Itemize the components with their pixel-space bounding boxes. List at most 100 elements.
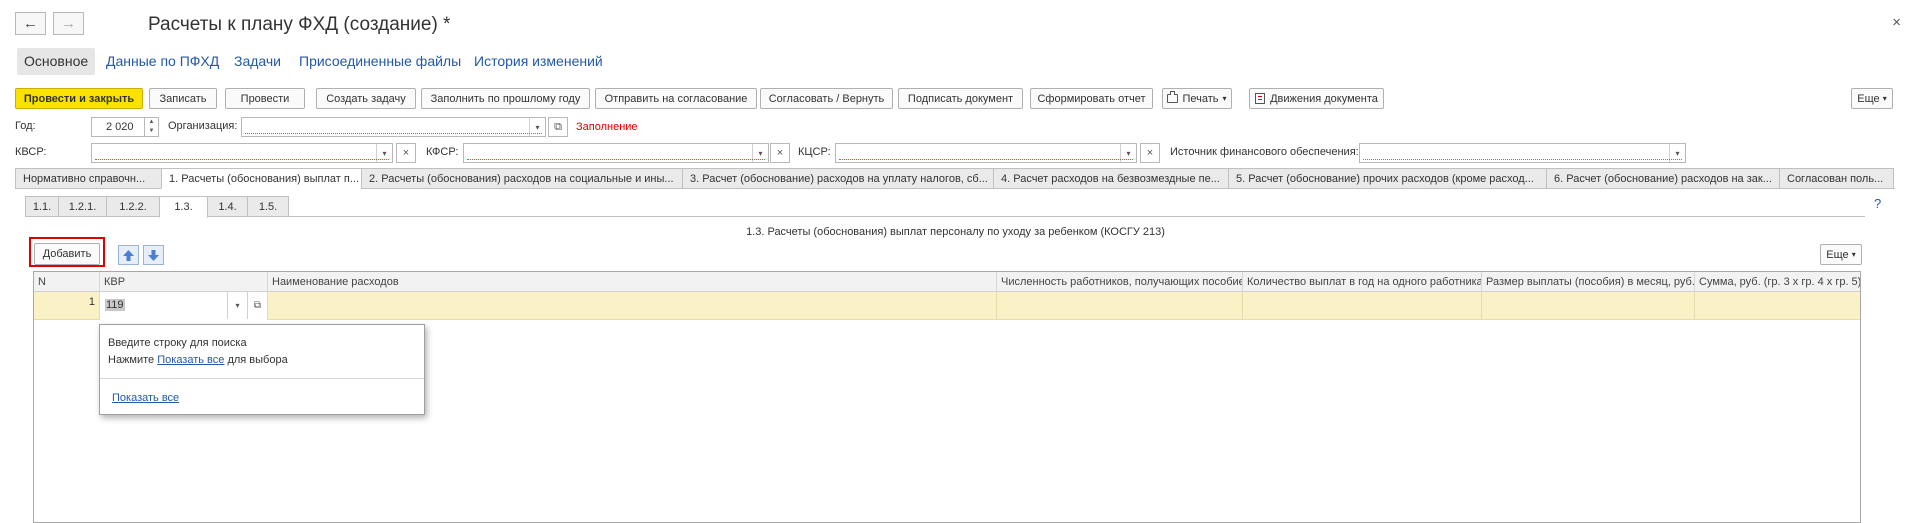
cell-payments-per-year[interactable]: [1243, 292, 1482, 320]
more-button[interactable]: Еще ▾: [1851, 88, 1893, 109]
send-approval-button[interactable]: Отправить на согласование: [595, 88, 757, 109]
tab-tax-calc[interactable]: 3. Расчет (обоснование) расходов на упла…: [682, 168, 994, 189]
kvsr-clear-icon[interactable]: ×: [396, 143, 416, 163]
year-stepper[interactable]: ▲ ▼: [145, 117, 159, 137]
kvr-dropdown-icon[interactable]: ▾: [227, 292, 247, 319]
subtab-1-1[interactable]: 1.1.: [25, 196, 59, 217]
subtab-1-2-2[interactable]: 1.2.2.: [106, 196, 160, 217]
close-icon[interactable]: ×: [1892, 14, 1901, 31]
generate-report-button[interactable]: Сформировать отчет: [1030, 88, 1153, 109]
create-task-button[interactable]: Создать задачу: [316, 88, 416, 109]
cell-employee-count[interactable]: [997, 292, 1243, 320]
year-label: Год:: [15, 120, 36, 132]
cell-sum: [1695, 292, 1860, 320]
popup-divider: [100, 378, 424, 379]
tab-approved-user[interactable]: Согласован поль...: [1779, 168, 1894, 189]
kfsr-dropdown-icon[interactable]: ▾: [752, 144, 768, 162]
print-button[interactable]: Печать ▾: [1162, 88, 1232, 109]
kfsr-clear-icon[interactable]: ×: [770, 143, 790, 163]
post-and-close-button[interactable]: Провести и закрыть: [15, 88, 143, 109]
sign-document-button[interactable]: Подписать документ: [898, 88, 1023, 109]
document-movements-button[interactable]: Движения документа: [1249, 88, 1384, 109]
col-payment-amount[interactable]: Размер выплаты (пособия) в месяц, руб.: [1482, 272, 1695, 292]
col-employee-count[interactable]: Численность работников, получающих пособ…: [997, 272, 1243, 292]
col-sum[interactable]: Сумма, руб. (гр. 3 x гр. 4 x гр. 5): [1695, 272, 1860, 292]
kvsr-field[interactable]: ▾: [91, 143, 393, 163]
tab-main[interactable]: Основное: [17, 48, 96, 75]
kvsr-label: КВСР:: [15, 146, 47, 158]
fill-warning: Заполнение: [576, 121, 638, 133]
cell-kvr[interactable]: 119 ▾ ⧉: [100, 292, 268, 320]
funding-source-dropdown-icon[interactable]: ▾: [1669, 144, 1685, 162]
year-field[interactable]: 2 020: [91, 117, 145, 137]
back-button[interactable]: ←: [15, 12, 46, 35]
post-button[interactable]: Провести: [225, 88, 305, 109]
more-label: Еще: [1857, 92, 1880, 105]
arrow-right-icon: →: [61, 15, 76, 32]
tab-attached-files[interactable]: Присоединенные файлы: [292, 48, 468, 75]
fill-prev-year-button[interactable]: Заполнить по прошлому году: [421, 88, 590, 109]
popup-hint: Введите строку для поиска: [108, 337, 247, 349]
popup-show-all-inline-link[interactable]: Показать все: [157, 354, 224, 366]
subtab-1-5[interactable]: 1.5.: [247, 196, 289, 217]
kfsr-label: КФСР:: [426, 146, 459, 158]
subtab-1-3[interactable]: 1.3.: [159, 196, 208, 218]
chevron-down-icon: ▾: [1222, 94, 1227, 103]
kcsr-field[interactable]: ▾: [835, 143, 1137, 163]
kvr-open-icon[interactable]: ⧉: [247, 292, 267, 319]
tab-pfhd-data[interactable]: Данные по ПФХД: [99, 48, 226, 75]
organization-field[interactable]: ▾: [241, 117, 546, 137]
tab-other-calc[interactable]: 5. Расчет (обоснование) прочих расходов …: [1228, 168, 1547, 189]
table-row[interactable]: 1 119 ▾ ⧉: [34, 292, 1860, 320]
move-down-button[interactable]: [143, 245, 164, 265]
tab-social-calc[interactable]: 2. Расчеты (обоснования) расходов на соц…: [361, 168, 683, 189]
kcsr-label: КЦСР:: [798, 146, 831, 158]
section-title: 1.3. Расчеты (обоснования) выплат персон…: [746, 226, 1165, 238]
cell-payment-amount[interactable]: [1482, 292, 1695, 320]
kcsr-dropdown-icon[interactable]: ▾: [1120, 144, 1136, 162]
subtab-1-2-1[interactable]: 1.2.1.: [58, 196, 107, 217]
organization-label: Организация:: [168, 120, 238, 132]
kvr-value: 119: [105, 299, 125, 311]
popup-hint-prefix: Нажмите: [108, 354, 155, 366]
popup-hint-line2: Нажмите Показать все для выбора: [108, 354, 288, 366]
organization-dropdown-icon[interactable]: ▾: [529, 118, 545, 136]
forward-button[interactable]: →: [53, 12, 84, 35]
col-expense-name[interactable]: Наименование расходов: [268, 272, 997, 292]
kvr-search-popup: Введите строку для поиска Нажмите Показа…: [99, 324, 425, 415]
kvsr-dropdown-icon[interactable]: ▾: [376, 144, 392, 162]
print-label: Печать: [1182, 92, 1219, 105]
approve-return-button[interactable]: Согласовать / Вернуть: [760, 88, 893, 109]
col-n[interactable]: N: [34, 272, 100, 292]
chevron-down-icon: ▾: [1851, 250, 1856, 259]
popup-show-all-link[interactable]: Показать все: [112, 392, 179, 404]
help-icon[interactable]: ?: [1874, 196, 1881, 211]
organization-open-icon[interactable]: ⧉: [548, 117, 568, 137]
subtab-1-4[interactable]: 1.4.: [207, 196, 248, 217]
printer-icon: [1167, 91, 1179, 103]
chevron-down-icon: ▾: [1882, 94, 1887, 103]
add-button[interactable]: Добавить: [34, 243, 100, 265]
col-payments-per-year[interactable]: Количество выплат в год на одного работн…: [1243, 272, 1482, 292]
stepper-down-icon: ▼: [148, 128, 155, 134]
funding-source-field[interactable]: ▾: [1359, 143, 1686, 163]
col-kvr[interactable]: КВР: [100, 272, 268, 292]
movements-icon: [1255, 93, 1266, 104]
kcsr-clear-icon[interactable]: ×: [1140, 143, 1160, 163]
cell-expense-name[interactable]: [268, 292, 997, 320]
tab-purchase-calc[interactable]: 6. Расчет (обоснование) расходов на зак.…: [1546, 168, 1780, 189]
kfsr-field[interactable]: ▾: [463, 143, 769, 163]
tab-change-history[interactable]: История изменений: [467, 48, 610, 75]
window-title: Расчеты к плану ФХД (создание) *: [148, 14, 451, 35]
tab-tasks[interactable]: Задачи: [227, 48, 288, 75]
arrow-down-icon: [148, 249, 159, 261]
subtabs-divider: [25, 216, 1865, 217]
funding-source-label: Источник финансового обеспечения:: [1170, 146, 1359, 158]
tab-gratuitous-calc[interactable]: 4. Расчет расходов на безвозмездные пе..…: [993, 168, 1229, 189]
table-more-button[interactable]: Еще ▾: [1820, 244, 1862, 265]
save-button[interactable]: Записать: [149, 88, 217, 109]
tab-payroll-calc[interactable]: 1. Расчеты (обоснования) выплат п...: [161, 168, 362, 189]
tab-normative[interactable]: Нормативно справочн...: [15, 168, 162, 189]
table-header: N КВР Наименование расходов Численность …: [34, 272, 1860, 292]
move-up-button[interactable]: [118, 245, 139, 265]
